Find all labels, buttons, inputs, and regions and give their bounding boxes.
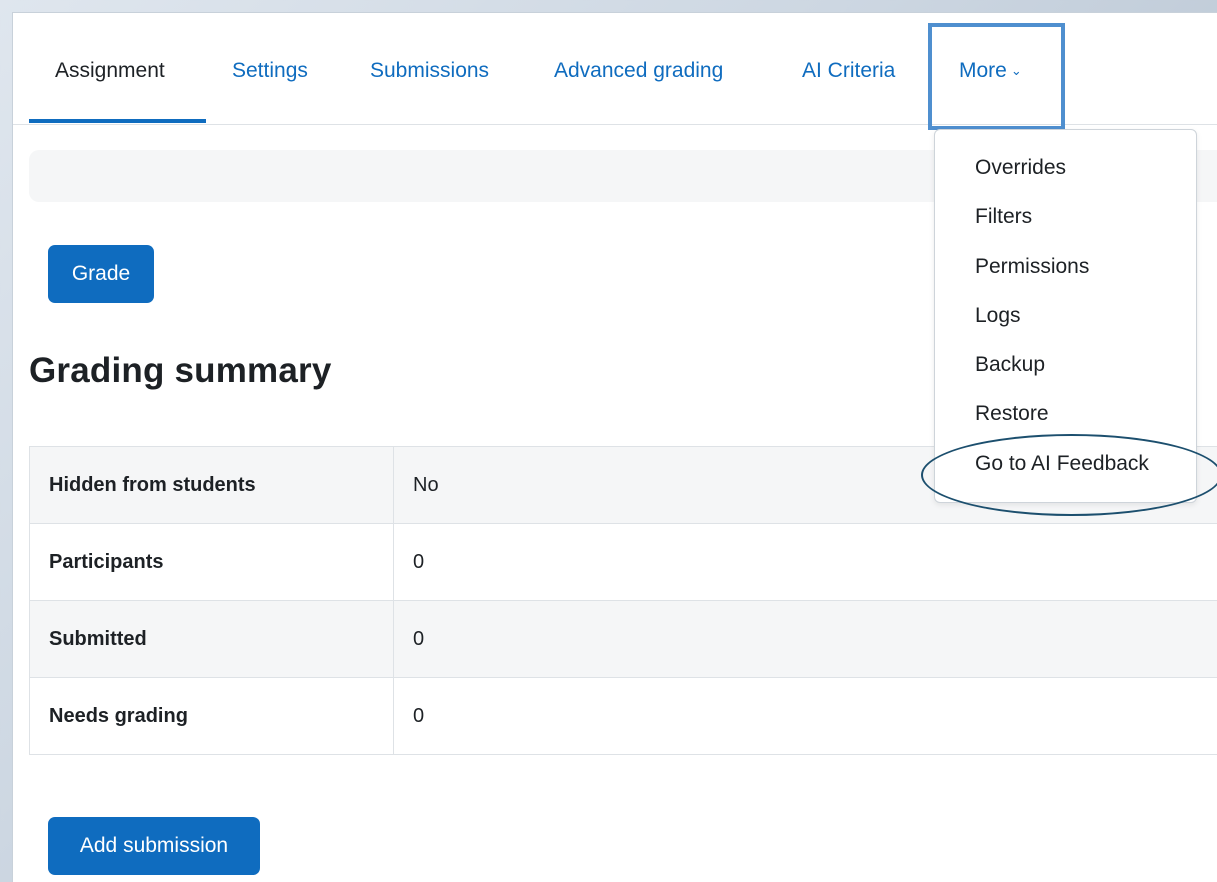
tab-submissions[interactable]: Submissions	[370, 59, 489, 83]
row-label: Hidden from students	[29, 446, 394, 524]
row-value: 0	[393, 523, 1217, 601]
tab-assignment[interactable]: Assignment	[55, 59, 165, 83]
row-label: Submitted	[29, 600, 394, 678]
row-label: Needs grading	[29, 677, 394, 755]
tab-advanced-grading[interactable]: Advanced grading	[554, 59, 723, 83]
page-title: Grading summary	[29, 351, 332, 390]
grade-button[interactable]: Grade	[48, 245, 154, 303]
add-submission-button[interactable]: Add submission	[48, 817, 260, 875]
table-row: Submitted 0	[29, 600, 1217, 678]
assignment-page: Assignment Settings Submissions Advanced…	[12, 12, 1217, 882]
row-label: Participants	[29, 523, 394, 601]
menu-item-logs[interactable]: Logs	[975, 304, 1021, 328]
table-row: Needs grading 0	[29, 677, 1217, 755]
tab-ai-criteria[interactable]: AI Criteria	[802, 59, 895, 83]
menu-item-backup[interactable]: Backup	[975, 353, 1045, 377]
row-value: 0	[393, 600, 1217, 678]
menu-item-restore[interactable]: Restore	[975, 402, 1049, 426]
more-highlight-box	[928, 23, 1065, 130]
menu-item-overrides[interactable]: Overrides	[975, 156, 1066, 180]
more-dropdown-menu: Overrides Filters Permissions Logs Backu…	[934, 129, 1197, 503]
menu-item-permissions[interactable]: Permissions	[975, 255, 1089, 279]
menu-item-go-to-ai-feedback[interactable]: Go to AI Feedback	[975, 452, 1149, 476]
tab-settings[interactable]: Settings	[232, 59, 308, 83]
active-tab-indicator	[29, 119, 206, 123]
row-value: 0	[393, 677, 1217, 755]
menu-item-filters[interactable]: Filters	[975, 205, 1032, 229]
table-row: Participants 0	[29, 523, 1217, 601]
